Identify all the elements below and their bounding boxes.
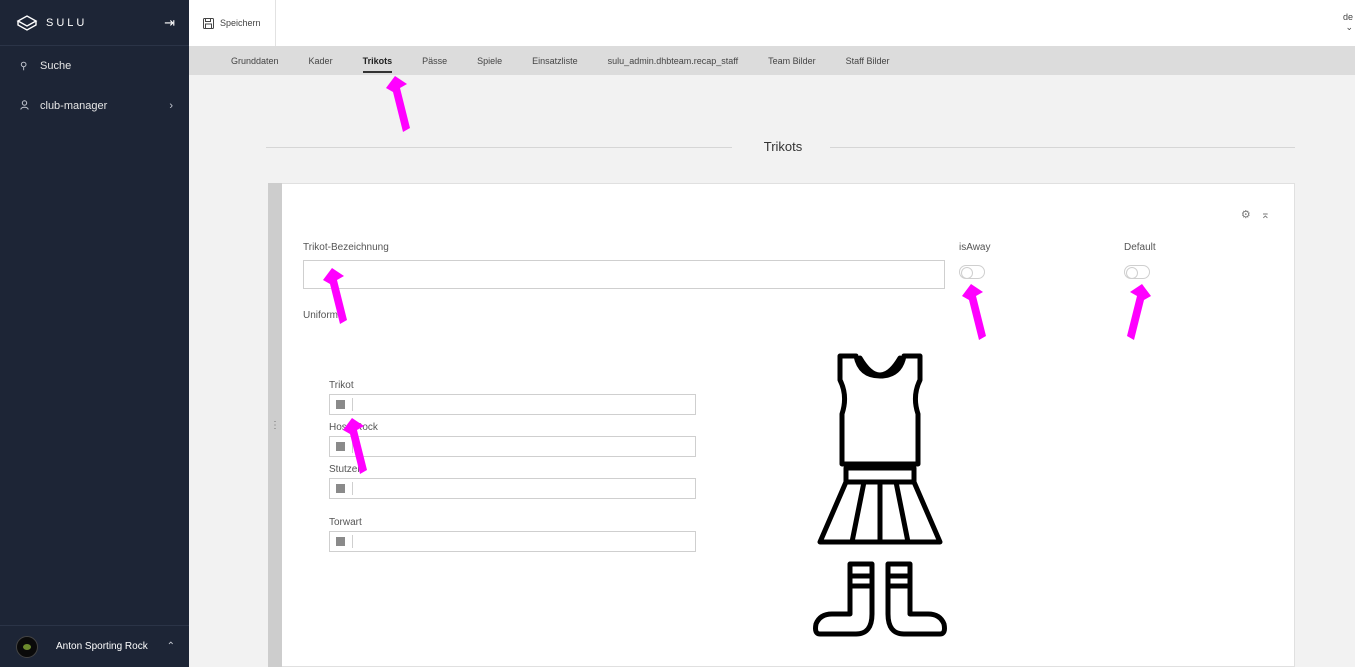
collapse-sidebar-icon[interactable]: ⇥	[164, 15, 175, 31]
sidebar-item-club-manager[interactable]: club-manager ›	[0, 86, 189, 126]
chevron-right-icon: ›	[169, 100, 173, 112]
tab-team-bilder[interactable]: Team Bilder	[768, 46, 816, 75]
color-swatch[interactable]	[336, 484, 345, 493]
tab-recap-staff[interactable]: sulu_admin.dhbteam.recap_staff	[608, 46, 738, 75]
color-swatch[interactable]	[336, 400, 345, 409]
drag-handle[interactable]: ⋮	[268, 183, 282, 667]
hose-rock-color-label: Hose/Rock	[329, 422, 378, 433]
save-icon	[203, 17, 214, 29]
stutzen-color-label: Stutzen	[329, 464, 363, 475]
section-divider	[266, 147, 732, 148]
color-swatch[interactable]	[336, 442, 345, 451]
tab-trikots[interactable]: Trikots	[362, 46, 392, 75]
annotation-arrow-icon	[386, 76, 410, 132]
uniform-illustration	[813, 353, 947, 637]
uniform-label: Uniform	[303, 310, 339, 321]
is-away-label: isAway	[959, 242, 991, 253]
sidebar-item-label: club-manager	[40, 100, 108, 112]
default-toggle[interactable]	[1124, 265, 1150, 279]
sulu-logo-icon	[16, 14, 38, 31]
user-name: Anton Sporting Rock	[56, 641, 148, 652]
sidebar-header: SULU ⇥	[0, 0, 189, 46]
save-label: Speichern	[220, 18, 261, 28]
locale-value: de	[1342, 12, 1353, 22]
save-button[interactable]: Speichern	[189, 0, 276, 46]
avatar	[16, 635, 38, 658]
section-divider	[830, 147, 1295, 148]
sidebar-item-label: Suche	[40, 60, 72, 72]
hose-rock-color-input[interactable]	[329, 436, 696, 457]
trikot-color-input[interactable]	[329, 394, 696, 415]
tab-grunddaten[interactable]: Grunddaten	[231, 46, 279, 75]
chevron-down-icon: ⌄	[1345, 22, 1353, 32]
search-icon: ⚲	[20, 60, 28, 72]
settings-icon[interactable]: ⚙	[1241, 208, 1251, 221]
locale-select[interactable]: de ⌄	[1343, 12, 1353, 32]
collapse-icon[interactable]: ⌅	[1261, 208, 1270, 221]
block-actions: ⚙ ⌅	[1241, 208, 1270, 221]
drag-handle-icon: ⋮	[270, 419, 280, 431]
divider	[352, 440, 353, 453]
is-away-toggle[interactable]	[959, 265, 985, 279]
user-icon	[20, 99, 40, 113]
toolbar: Speichern de ⌄	[189, 0, 1355, 46]
divider	[352, 535, 353, 548]
logo-text: SULU	[46, 16, 88, 29]
tab-paesse[interactable]: Pässe	[422, 46, 447, 75]
trikot-name-label: Trikot-Bezeichnung	[303, 242, 389, 253]
sidebar-item-search[interactable]: ⚲ Suche	[0, 46, 189, 86]
sidebar: SULU ⇥ ⚲ Suche club-manager › Anton Spor…	[0, 0, 189, 667]
divider	[352, 482, 353, 495]
torwart-color-input[interactable]	[329, 531, 696, 552]
tab-einsatzliste[interactable]: Einsatzliste	[532, 46, 578, 75]
section-title: Trikots	[763, 139, 803, 154]
tab-kader[interactable]: Kader	[309, 46, 333, 75]
tab-staff-bilder[interactable]: Staff Bilder	[846, 46, 890, 75]
divider	[352, 398, 353, 411]
stutzen-color-input[interactable]	[329, 478, 696, 499]
tab-spiele[interactable]: Spiele	[477, 46, 502, 75]
trikot-color-label: Trikot	[329, 380, 354, 391]
tab-bar: Grunddaten Kader Trikots Pässe Spiele Ei…	[189, 46, 1355, 75]
chevron-up-icon: ⌃	[166, 641, 175, 652]
jersey-shape	[837, 353, 923, 467]
trikot-name-input[interactable]	[303, 260, 945, 289]
sulu-logo[interactable]: SULU	[16, 14, 164, 31]
torwart-color-label: Torwart	[329, 517, 362, 528]
user-menu[interactable]: Anton Sporting Rock ⌃	[0, 625, 189, 667]
trikot-block: ⚙ ⌅ Trikot-Bezeichnung isAway Default Un…	[282, 183, 1295, 667]
default-label: Default	[1124, 242, 1156, 253]
color-swatch[interactable]	[336, 537, 345, 546]
